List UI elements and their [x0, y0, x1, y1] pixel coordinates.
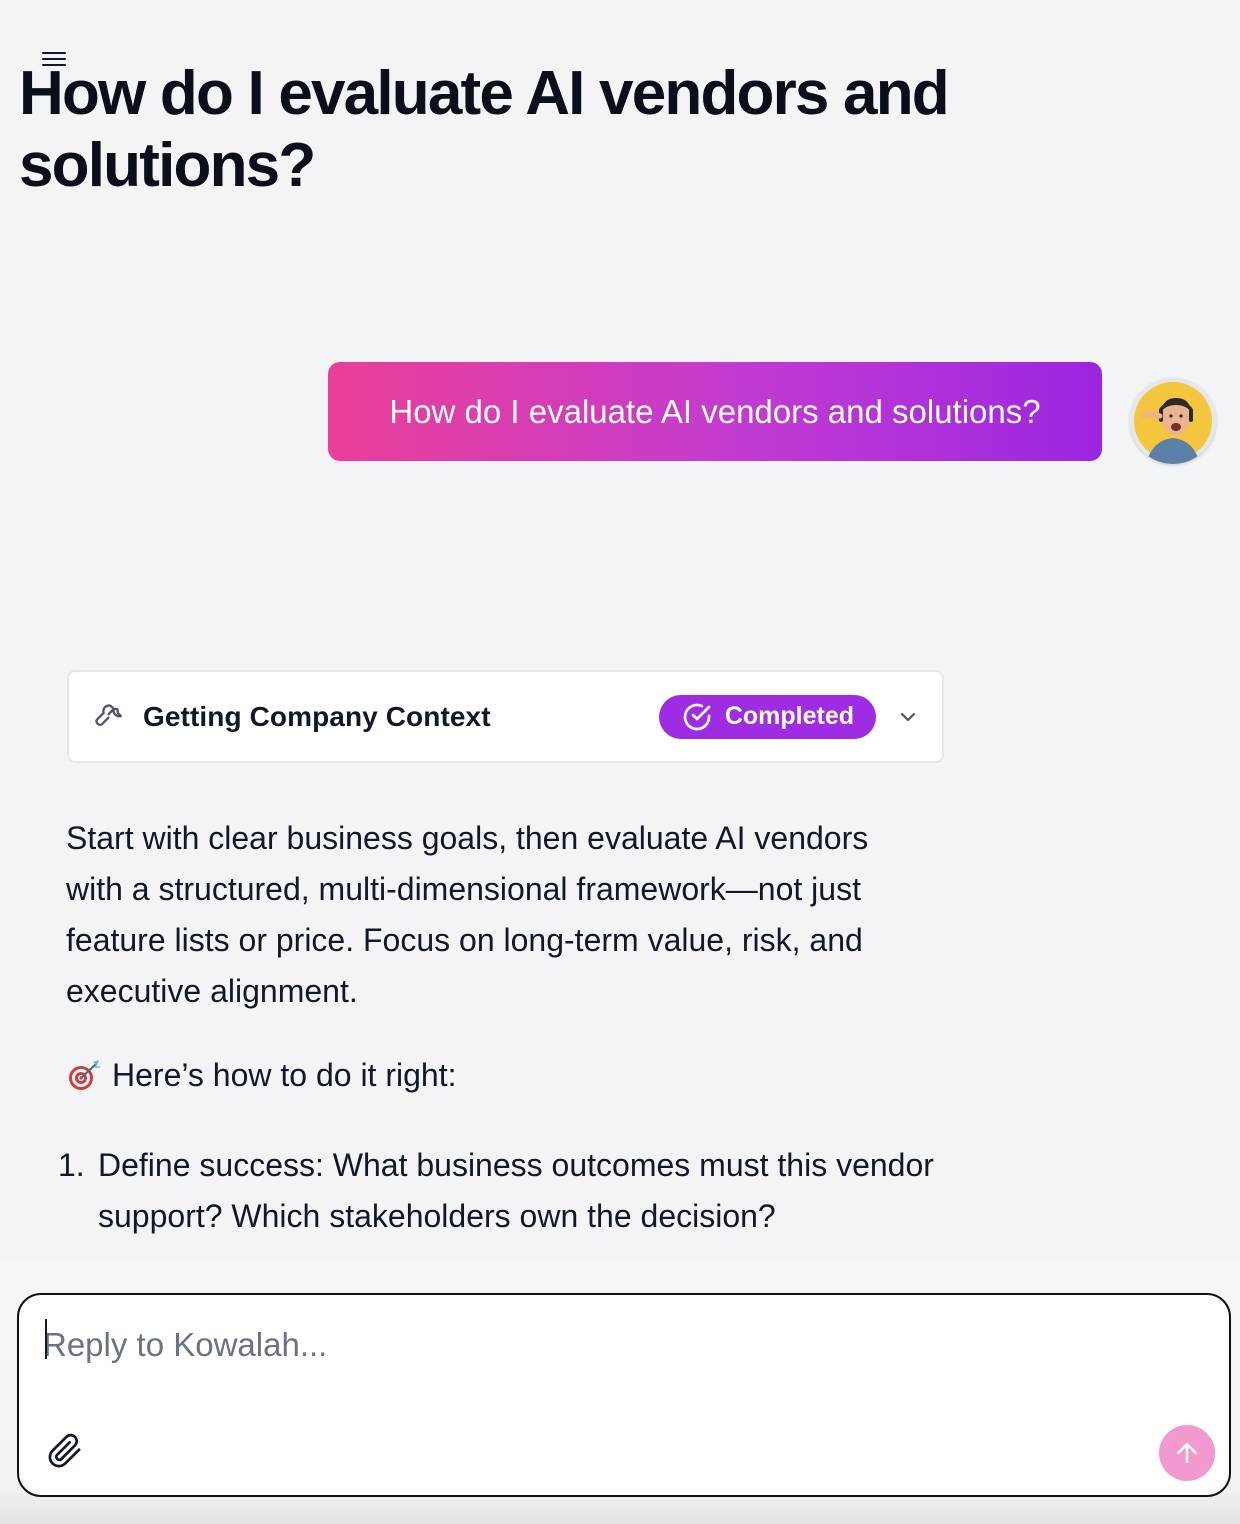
howto-heading: Here’s how to do it right:: [66, 1050, 456, 1100]
howto-text: Here’s how to do it right:: [112, 1057, 457, 1093]
list-item: 1. Define success: What business outcome…: [58, 1140, 938, 1242]
tool-call-card: Getting Company Context Completed: [67, 670, 944, 763]
user-avatar: [1130, 378, 1216, 464]
user-message-bubble: How do I evaluate AI vendors and solutio…: [328, 362, 1102, 461]
chevron-down-icon[interactable]: [896, 705, 920, 729]
direct-hit-target-icon: [69, 1060, 100, 1090]
page-title: How do I evaluate AI vendors and solutio…: [19, 59, 950, 200]
status-badge: Completed: [658, 694, 876, 739]
step-number: 1.: [58, 1147, 85, 1183]
status-label: Completed: [724, 702, 854, 730]
step-text: Define success: What business outcomes m…: [98, 1147, 934, 1234]
send-button[interactable]: [1159, 1425, 1215, 1481]
answer-paragraph: Start with clear business goals, then ev…: [66, 820, 869, 1009]
steps-list: 1. Define success: What business outcome…: [58, 1140, 938, 1262]
wrench-icon: [95, 703, 123, 726]
text-caret: [45, 1319, 47, 1359]
tool-call-title: Getting Company Context: [143, 700, 491, 732]
check-circle-icon: [683, 703, 711, 730]
reply-input[interactable]: [43, 1315, 1193, 1375]
avatar-photo-icon: [1130, 378, 1216, 464]
paperclip-icon[interactable]: [47, 1433, 83, 1469]
arrow-up-icon: [1177, 1443, 1197, 1463]
chat-page: How do I evaluate AI vendors and solutio…: [0, 0, 1240, 1524]
reply-composer: [17, 1293, 1231, 1497]
